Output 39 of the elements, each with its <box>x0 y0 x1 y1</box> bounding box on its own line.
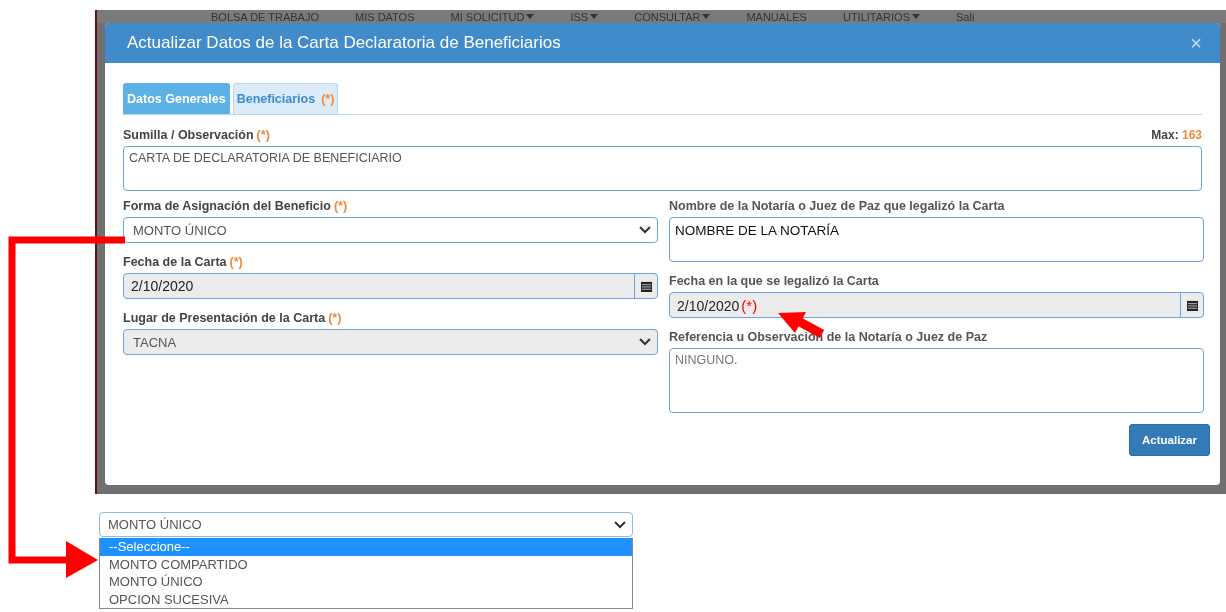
field-label: Forma de Asignación del Beneficio (*) <box>123 199 349 214</box>
nav-item[interactable]: MANUALES <box>746 10 807 23</box>
tab[interactable]: Datos Generales <box>123 83 230 114</box>
summary-field[interactable]: CARTA DE DECLARATORIA DE BENEFICIARIO <box>123 146 1202 191</box>
field-label: Referencia u Observación de la Notaría o Juez de Paz <box>669 330 989 345</box>
nav-item[interactable]: MIS DATOS <box>355 10 415 23</box>
field-label: Fecha en la que se legalizó la Carta <box>669 274 880 289</box>
caret-icon <box>590 14 599 19</box>
max-counter: Max: 163 <box>1151 128 1202 143</box>
dropdown-option[interactable]: OPCION SUCESIVA <box>100 590 632 608</box>
select-field[interactable]: MONTO ÚNICO <box>99 512 633 537</box>
nav-item[interactable]: BOLSA DE TRABAJO <box>211 10 319 23</box>
chevron-icon <box>639 338 651 346</box>
nav-item[interactable]: Sali <box>956 10 975 23</box>
dropdown-option[interactable]: MONTO COMPARTIDO <box>100 555 632 573</box>
select-field[interactable]: MONTO ÚNICO <box>123 217 658 243</box>
close-button[interactable]: × <box>1186 31 1206 55</box>
caret-icon <box>526 14 535 19</box>
calendar-icon <box>640 280 652 292</box>
text-area[interactable]: NOMBRE DE LA NOTARÍA <box>669 217 1204 262</box>
text-area[interactable]: NINGUNO. <box>669 348 1204 413</box>
field-label: Fecha de la Carta (*) <box>123 255 244 270</box>
nav-item[interactable]: MI SOLICITUD <box>450 10 535 23</box>
caret-icon <box>912 14 920 19</box>
dropdown-option[interactable]: MONTO ÚNICO <box>100 573 632 591</box>
modal-title: Actualizar Datos de la Carta Declaratoria de Beneficiarios <box>127 33 561 53</box>
caret-icon <box>702 14 711 19</box>
calendar-icon <box>1186 299 1198 311</box>
chevron-icon <box>614 520 626 529</box>
dropdown-option[interactable]: --Seleccione-- <box>100 538 632 556</box>
update-button[interactable]: Actualizar <box>1129 424 1210 456</box>
nav-item[interactable]: UTILITARIOS <box>842 10 920 23</box>
nav-item[interactable]: CONSULTAR <box>634 10 711 23</box>
nav-item[interactable]: ISS <box>570 10 599 23</box>
chevron-icon <box>639 226 651 234</box>
field-label: Lugar de Presentación de la Carta (*) <box>123 311 343 326</box>
field-label: Nombre de la Notaría o Juez de Paz que legalizó la Carta <box>669 199 1006 214</box>
field-label: Sumilla / Observación (*) <box>123 128 270 143</box>
tab[interactable]: Beneficiarios (*) <box>232 83 339 114</box>
